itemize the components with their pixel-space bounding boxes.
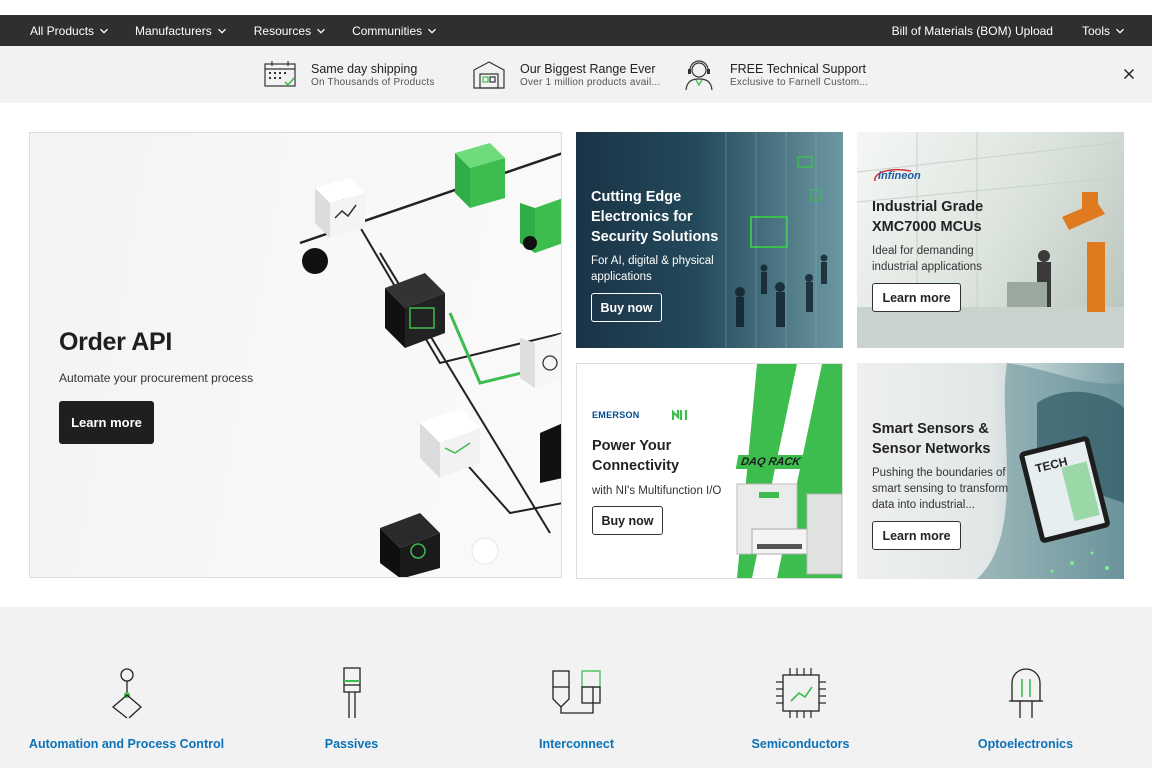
- benefit-title: Same day shipping: [311, 61, 418, 76]
- nav-label: Tools: [1081, 23, 1110, 38]
- nav-label: Bill of Materials (BOM) Upload: [891, 23, 1053, 38]
- semiconductor-icon: [775, 668, 826, 718]
- chevron-down-icon: [217, 28, 226, 34]
- category-automation[interactable]: Automation and Process Control: [14, 667, 239, 751]
- category-label: Passives: [324, 737, 379, 751]
- nav-label: All Products: [30, 23, 95, 38]
- warehouse-icon: [473, 60, 505, 89]
- api-workflow-illustration: [299, 143, 561, 577]
- nav-manufacturers[interactable]: Manufacturers: [135, 24, 227, 38]
- buy-now-button[interactable]: Buy now: [591, 293, 662, 322]
- chevron-down-icon: [1116, 28, 1124, 34]
- benefit-title: FREE Technical Support: [730, 61, 866, 76]
- category-optoelectronics[interactable]: Optoelectronics: [913, 667, 1138, 751]
- main-nav: All Products Manufacturers Resources Com…: [0, 15, 1152, 46]
- chevron-down-icon: [100, 28, 108, 34]
- nav-tools[interactable]: Tools: [1082, 24, 1125, 38]
- nav-all-products[interactable]: All Products: [30, 24, 109, 38]
- infineon-logo: infineon: [871, 165, 921, 194]
- category-semiconductors[interactable]: Semiconductors: [688, 667, 913, 751]
- buy-now-button[interactable]: Buy now: [592, 506, 663, 535]
- nav-communities[interactable]: Communities: [352, 24, 437, 38]
- close-icon[interactable]: [1122, 67, 1136, 81]
- optoelectronics-icon: [1008, 668, 1043, 718]
- chevron-down-icon: [428, 28, 437, 34]
- card-description: with NI's Multifunction I/O: [592, 485, 722, 497]
- benefits-strip: Same day shipping On Thousands of Produc…: [0, 46, 1152, 103]
- nav-resources[interactable]: Resources: [254, 24, 326, 38]
- promo-card-connectivity[interactable]: EMERSON DAQ RACK Power Your Connectivity…: [576, 363, 843, 579]
- interconnect-icon: [551, 670, 601, 714]
- card-description: For AI, digital & physical applications: [591, 255, 714, 283]
- benefit-subtitle: On Thousands of Products: [311, 76, 435, 88]
- category-label: Interconnect: [538, 737, 614, 751]
- learn-more-button[interactable]: Learn more: [872, 521, 961, 550]
- card-description: Pushing the boundaries of smart sensing …: [872, 467, 1009, 511]
- card-description: Ideal for demanding industrial applicati…: [872, 245, 982, 273]
- benefit-shipping[interactable]: Same day shipping On Thousands of Produc…: [263, 46, 435, 103]
- support-agent-icon: [685, 59, 713, 90]
- category-label: Semiconductors: [751, 737, 850, 751]
- benefit-range[interactable]: Our Biggest Range Ever Over 1 million pr…: [472, 46, 660, 103]
- card-title: Industrial Grade XMC7000 MCUs: [872, 199, 984, 235]
- nav-label: Manufacturers: [135, 23, 212, 38]
- category-strip: Automation and Process Control Passives …: [0, 607, 1152, 768]
- card-title: Power Your Connectivity: [592, 438, 680, 474]
- category-label: Optoelectronics: [977, 737, 1074, 751]
- learn-more-button[interactable]: Learn more: [872, 283, 961, 312]
- top-strip: [0, 0, 1152, 15]
- nav-label: Resources: [253, 23, 312, 38]
- category-passives[interactable]: Passives: [239, 667, 464, 751]
- daq-rack-badge: DAQ RACK: [735, 455, 806, 469]
- category-interconnect[interactable]: Interconnect: [464, 667, 689, 751]
- passives-icon: [342, 667, 361, 718]
- promo-card-sensors[interactable]: TECH Smart Sensors & Sensor Networks Pus…: [857, 363, 1124, 579]
- green-cube: [455, 143, 505, 208]
- card-title: Smart Sensors & Sensor Networks: [872, 421, 991, 457]
- hero-subtitle: Automate your procurement process: [59, 371, 254, 385]
- ni-logo: [671, 409, 687, 420]
- category-label: Automation and Process Control: [28, 737, 225, 751]
- chevron-down-icon: [317, 28, 326, 34]
- nav-bom-upload[interactable]: Bill of Materials (BOM) Upload: [892, 24, 1053, 38]
- benefit-title: Our Biggest Range Ever: [520, 61, 656, 76]
- automation-icon: [111, 668, 142, 719]
- card-title: Cutting Edge Electronics for Security So…: [591, 189, 719, 245]
- promo-card-security[interactable]: Cutting Edge Electronics for Security So…: [576, 132, 843, 348]
- emerson-logo: EMERSON: [592, 409, 688, 421]
- hero-learn-more-button[interactable]: Learn more: [59, 401, 154, 444]
- calendar-truck-icon: [264, 60, 296, 87]
- hero-title: Order API: [59, 328, 173, 356]
- benefit-subtitle: Over 1 million products avail...: [520, 76, 661, 88]
- benefit-subtitle: Exclusive to Farnell Custom...: [730, 76, 869, 88]
- promo-card-industrial[interactable]: infineon Industrial Grade XMC7000 MCUs I…: [857, 132, 1124, 348]
- benefit-support[interactable]: FREE Technical Support Exclusive to Farn…: [682, 46, 868, 103]
- nav-label: Communities: [352, 23, 423, 38]
- hero-banner[interactable]: Order API Automate your procurement proc…: [29, 132, 562, 578]
